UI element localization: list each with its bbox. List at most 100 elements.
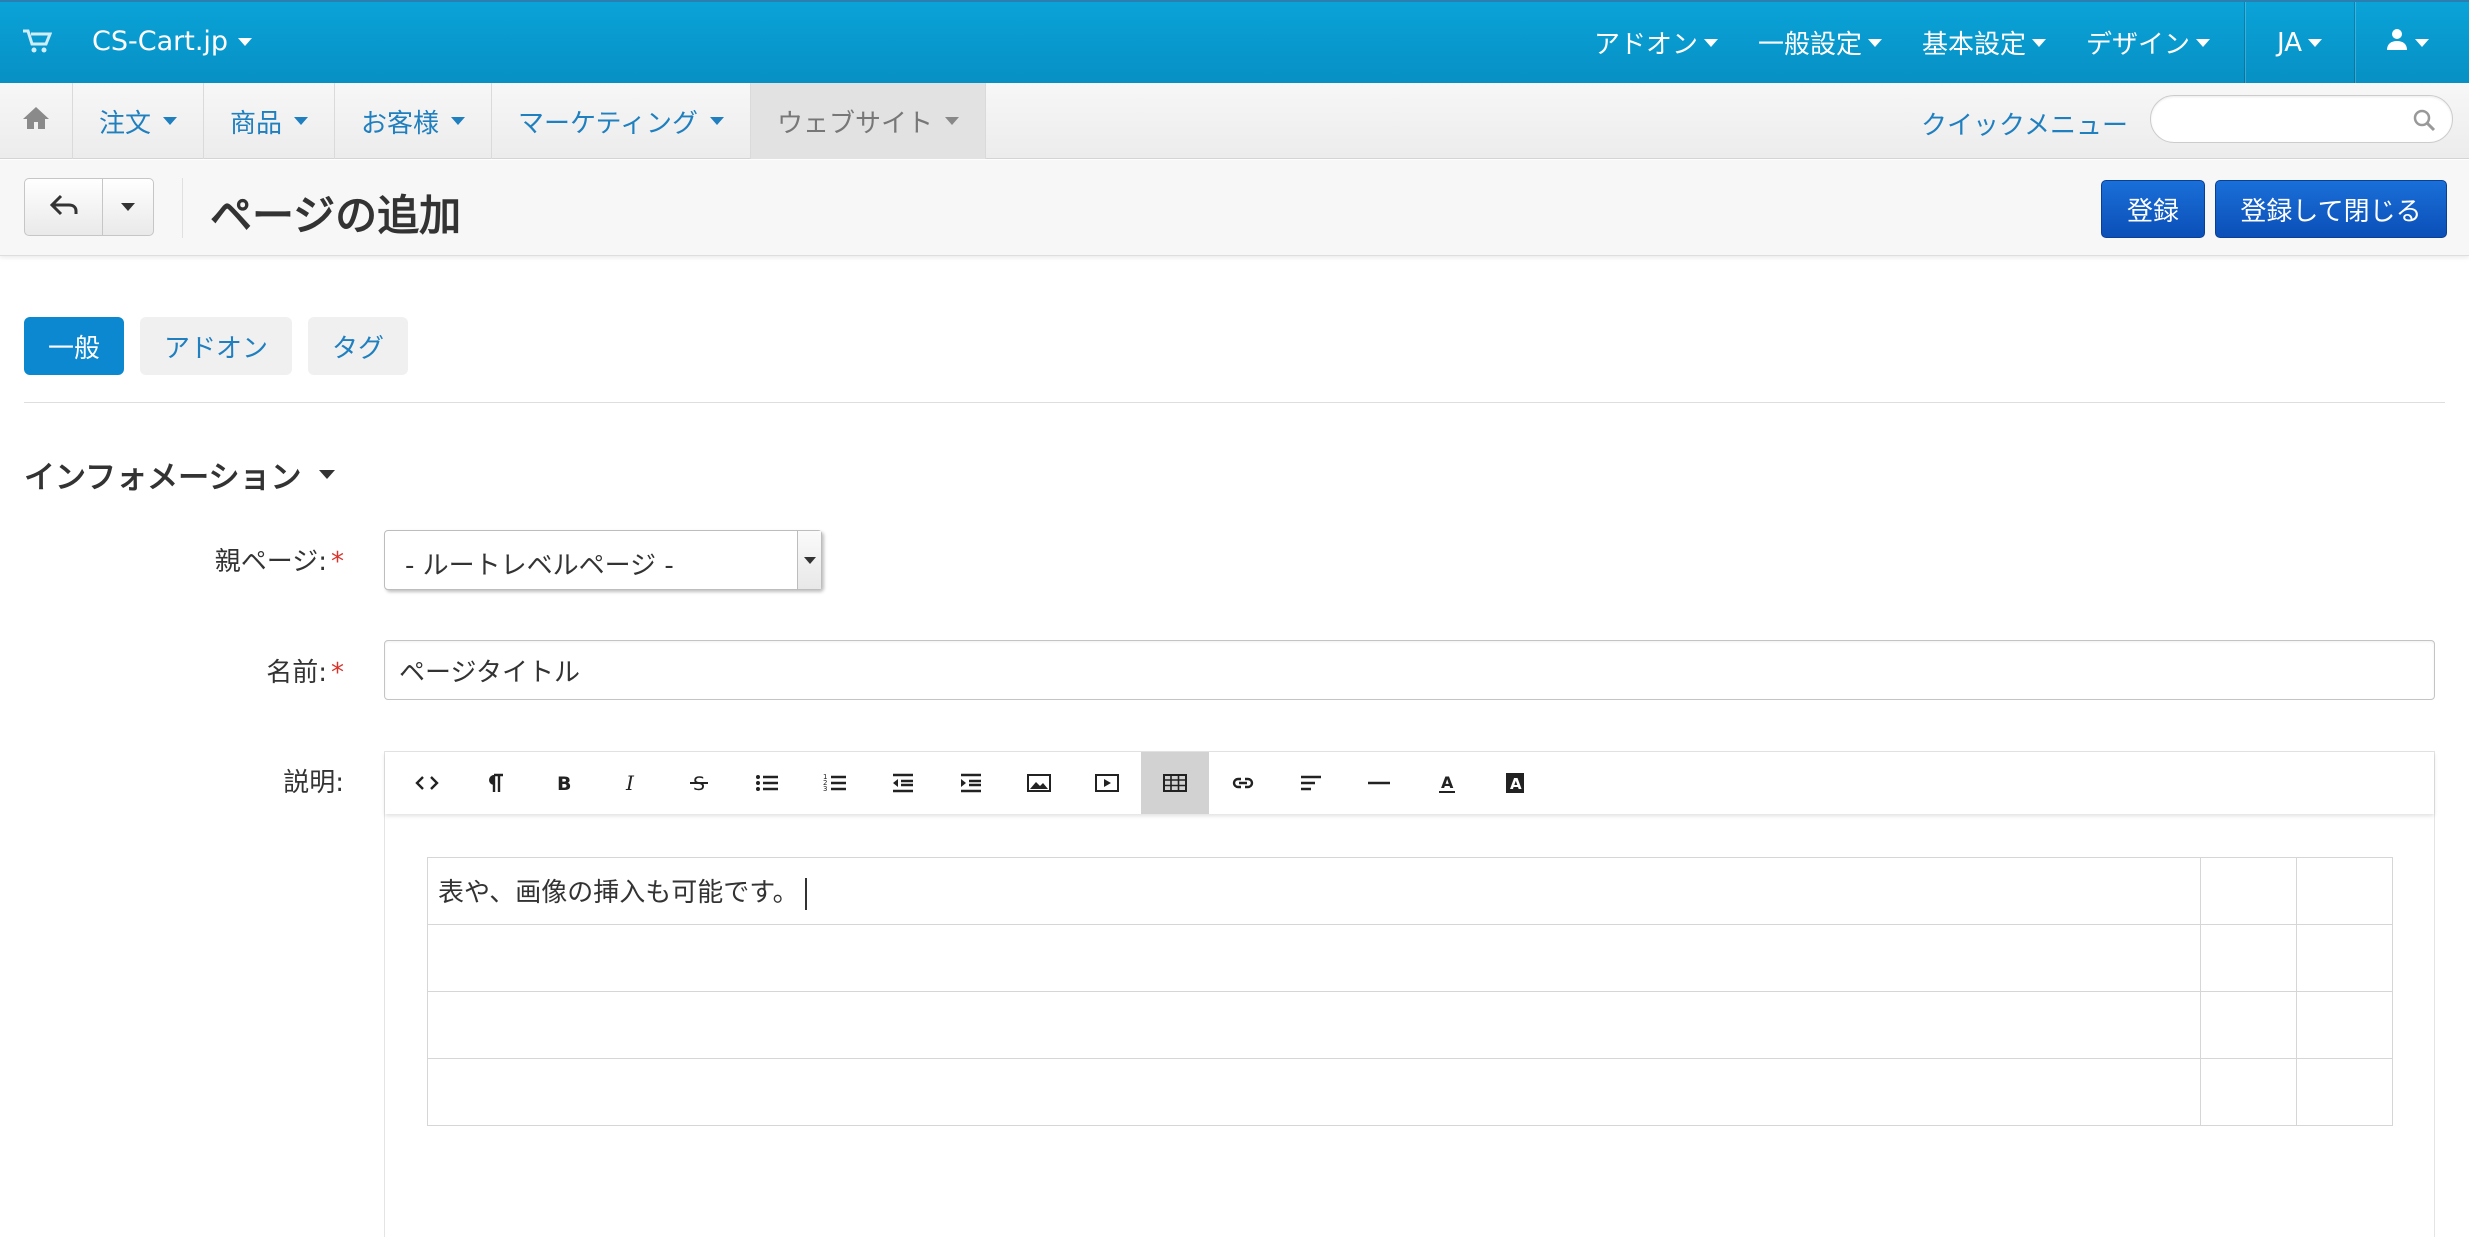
home-link[interactable] [0,83,73,159]
outdent-icon[interactable] [869,752,937,814]
table-cell[interactable] [2296,1058,2393,1126]
table-cell[interactable] [2200,924,2297,992]
image-icon[interactable] [1005,752,1073,814]
page-title: ページの追加 [210,191,462,240]
chevron-down-icon [2196,38,2210,47]
search-icon[interactable] [2412,108,2436,132]
indent-icon[interactable] [937,752,1005,814]
table-row [427,991,2393,1059]
editor-table[interactable]: 表や、画像の挿入も可能です。 [427,857,2393,1126]
numbered-list-icon[interactable]: 123 [801,752,869,814]
chevron-down-icon [121,203,135,211]
rich-text-editor: B I S 123 A A 表や、画像の挿入も可能です。 [384,751,2435,1237]
top-menu-basic-settings[interactable]: 基本設定 [1902,2,2066,83]
video-icon[interactable] [1073,752,1141,814]
section-toggle-information[interactable]: インフォメーション [24,452,336,497]
nav-label: 注文 [99,108,152,139]
parent-page-value: - ルートレベルページ - [405,551,674,581]
language-switcher[interactable]: JA [2245,2,2354,83]
section-title: インフォメーション [24,460,302,496]
label-text: 親ページ: [214,547,327,577]
save-button[interactable]: 登録 [2101,180,2205,238]
editor-toolbar: B I S 123 A A [385,752,2434,814]
title-bar: ページの追加 登録 登録して閉じる [0,160,2469,256]
tab-bar: 一般 アドオン タグ [24,317,409,375]
background-color-icon[interactable]: A [1481,752,1549,814]
chevron-down-icon [2415,38,2429,47]
name-field[interactable] [385,641,2434,699]
nav-label: 商品 [230,108,283,139]
horizontal-rule-icon[interactable] [1345,752,1413,814]
font-color-icon[interactable]: A [1413,752,1481,814]
top-menu-addons[interactable]: アドオン [1574,2,1738,83]
code-icon[interactable] [393,752,461,814]
table-row [427,1058,2393,1126]
tab-tags[interactable]: タグ [308,317,409,375]
nav-products[interactable]: 商品 [204,83,336,159]
table-cell[interactable] [427,991,2201,1059]
table-cell[interactable] [427,924,2201,992]
nav-label: お客様 [361,108,440,139]
paragraph-icon[interactable] [461,752,529,814]
nav-label: マーケティング [518,108,698,139]
table-cell[interactable] [2296,924,2393,992]
chevron-down-icon [709,117,724,125]
user-icon [2385,27,2409,58]
table-row [427,924,2393,992]
chevron-down-icon [2308,38,2322,47]
cart-icon[interactable] [22,28,53,54]
tab-general[interactable]: 一般 [24,317,125,375]
bulleted-list-icon[interactable] [733,752,801,814]
chevron-down-icon [944,117,959,125]
back-button[interactable] [25,179,103,235]
nav-orders[interactable]: 注文 [73,83,205,159]
italic-icon[interactable]: I [597,752,665,814]
label-text: 説明: [283,768,344,798]
svg-text:I: I [625,771,635,795]
top-menu-label: アドオン [1593,30,1698,60]
svg-text:B: B [557,773,571,795]
tab-addons[interactable]: アドオン [140,317,293,375]
svg-text:A: A [1510,775,1522,793]
parent-page-select[interactable]: - ルートレベルページ - [384,530,822,590]
table-cell[interactable] [2296,857,2393,925]
cell-text: 表や、画像の挿入も可能です。 [438,878,799,909]
store-switcher[interactable]: CS-Cart.jp [92,26,253,57]
parent-page-label: 親ページ: * [24,541,344,578]
table-cell[interactable] [2200,991,2297,1059]
user-menu[interactable] [2355,2,2469,83]
divider [24,402,2445,403]
top-menu-general-settings[interactable]: 一般設定 [1738,2,1902,83]
table-cell[interactable]: 表や、画像の挿入も可能です。 [427,857,2201,925]
search-box [2150,95,2453,143]
nav-marketing[interactable]: マーケティング [492,83,751,159]
nav-label: ウェブサイト [776,108,933,139]
back-dropdown-button[interactable] [103,179,153,235]
table-cell[interactable] [2200,1058,2297,1126]
chevron-down-icon [1867,38,1882,47]
table-row: 表や、画像の挿入も可能です。 [427,857,2393,925]
required-mark: * [331,658,344,688]
top-menu-design[interactable]: デザイン [2066,2,2244,83]
bold-icon[interactable]: B [529,752,597,814]
quick-menu-link[interactable]: クイックメニュー [1921,105,2128,142]
align-icon[interactable] [1277,752,1345,814]
table-cell[interactable] [2200,857,2297,925]
table-cell[interactable] [427,1058,2201,1126]
language-label: JA [2277,27,2302,58]
strikethrough-icon[interactable]: S [665,752,733,814]
table-icon[interactable] [1141,752,1209,814]
table-cell[interactable] [2296,991,2393,1059]
label-text: 名前: [266,658,327,688]
back-button-group [24,178,154,236]
nav-website[interactable]: ウェブサイト [750,83,986,159]
main-nav: 注文 商品 お客様 マーケティング ウェブサイト クイックメニュー [0,83,2469,159]
brand-name: CS-Cart.jp [92,26,229,57]
nav-customers[interactable]: お客様 [335,83,493,159]
link-icon[interactable] [1209,752,1277,814]
description-label: 説明: [24,762,344,799]
divider [182,178,183,238]
search-input[interactable] [2169,96,2409,140]
save-and-close-button[interactable]: 登録して閉じる [2215,180,2447,238]
chevron-down-icon [451,117,466,125]
